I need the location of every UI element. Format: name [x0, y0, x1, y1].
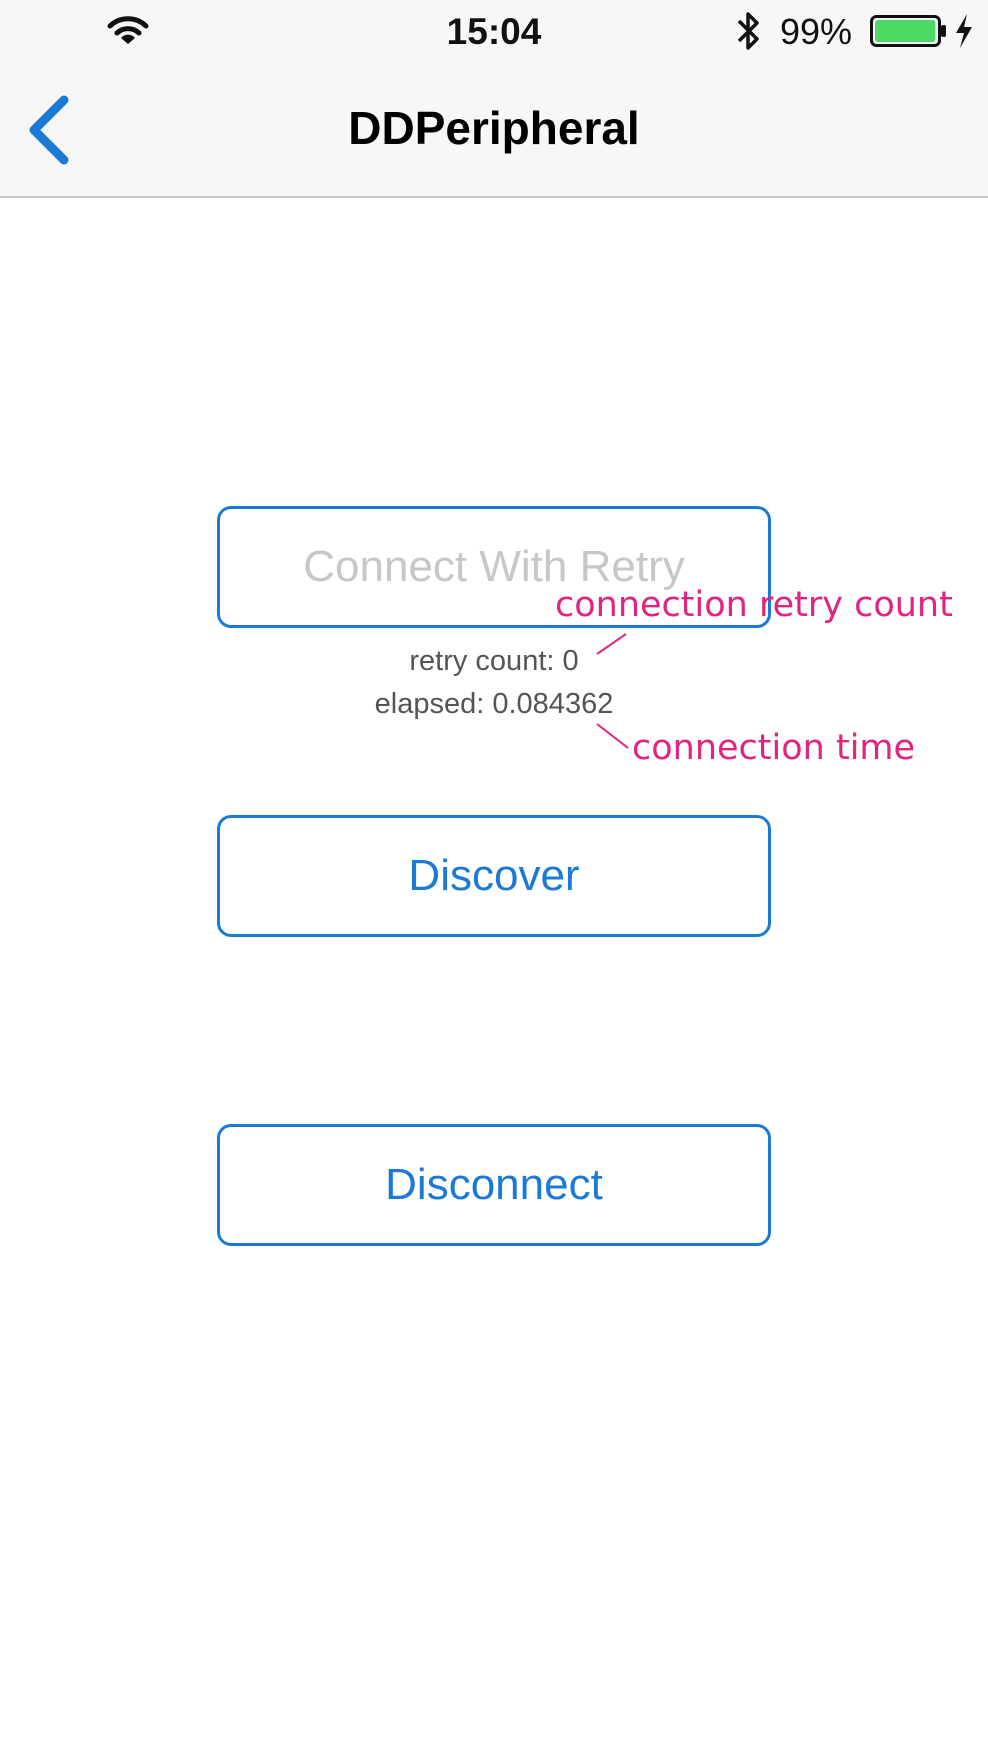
navigation-bar: DDPeripheral	[0, 62, 988, 198]
page-title: DDPeripheral	[348, 102, 640, 154]
battery-level-fill	[875, 20, 936, 42]
discover-button[interactable]: Discover	[217, 815, 771, 937]
annotation-connection-time: connection time	[632, 728, 916, 768]
disconnect-button[interactable]: Disconnect	[217, 1124, 771, 1246]
battery-icon	[870, 15, 946, 47]
retry-count-label: retry count: 0	[409, 645, 579, 677]
elapsed-label: elapsed: 0.084362	[374, 688, 614, 720]
status-bar: 15:04 99%	[0, 0, 988, 62]
annotation-line-time	[596, 723, 629, 749]
charging-icon	[956, 14, 972, 48]
bluetooth-icon	[737, 12, 759, 50]
annotation-retry-count: connection retry count	[555, 585, 953, 625]
battery-percent: 99%	[780, 11, 853, 52]
